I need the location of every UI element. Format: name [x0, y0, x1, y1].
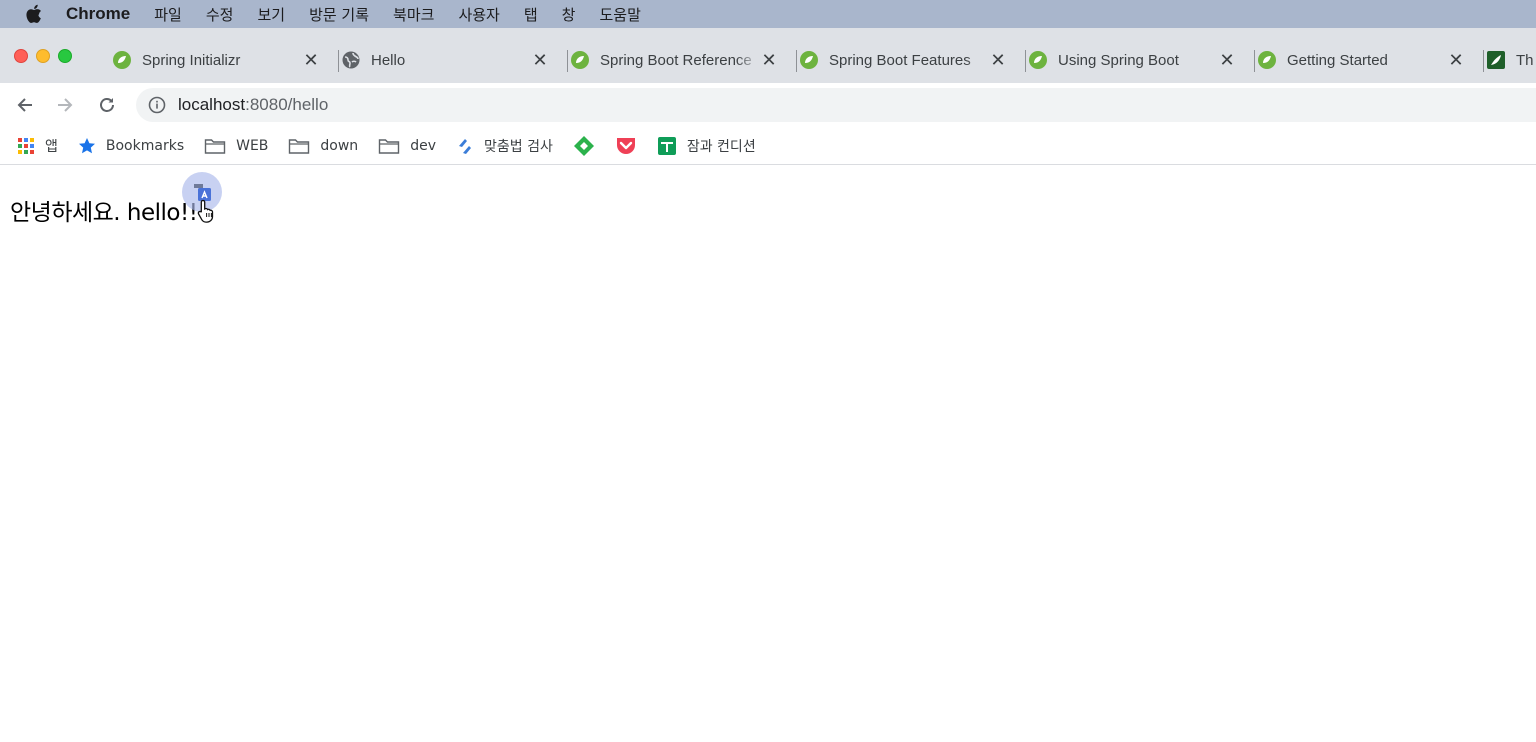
menu-profiles[interactable]: 사용자 — [458, 4, 499, 25]
folder-icon — [204, 137, 226, 155]
tab-spring-boot-reference[interactable]: Spring Boot Reference ✕ — [568, 46, 797, 74]
arrow-right-icon — [58, 98, 73, 112]
bookmark-label: dev — [410, 137, 436, 154]
menu-view[interactable]: 보기 — [257, 4, 285, 25]
bookmark-sleep-condition[interactable]: 잠과 컨디션 — [657, 136, 756, 156]
close-icon[interactable]: ✕ — [760, 50, 778, 70]
close-window-button[interactable] — [14, 49, 28, 63]
browser-toolbar: localhost:8080/hello — [0, 83, 1536, 127]
tab-title: Spring Initializr — [142, 51, 241, 69]
window-controls — [14, 49, 72, 63]
close-icon[interactable]: ✕ — [1218, 50, 1236, 70]
app-name[interactable]: Chrome — [66, 4, 130, 24]
bookmark-folder-down[interactable]: down — [288, 137, 358, 155]
spring-leaf-icon — [799, 50, 819, 70]
menu-file[interactable]: 파일 — [154, 4, 182, 25]
hand-cursor-icon — [197, 199, 214, 223]
spring-leaf-icon — [570, 50, 590, 70]
reload-icon — [100, 98, 114, 112]
star-icon — [78, 137, 96, 155]
menu-history[interactable]: 방문 기록 — [309, 4, 369, 25]
url-host: localhost — [178, 95, 246, 114]
spell-check-icon — [456, 137, 474, 155]
bookmarks-bar: 앱 Bookmarks WEB down dev 맞춤법 검사 잠과 컨디션 — [0, 127, 1536, 165]
bookmark-label: 맞춤법 검사 — [483, 138, 553, 155]
bookmark-label: 잠과 컨디션 — [686, 138, 756, 155]
apple-menu-icon[interactable] — [0, 4, 66, 24]
feedly-icon — [573, 135, 595, 156]
tab-using-spring-boot[interactable]: Using Spring Boot ✕ — [1026, 46, 1255, 74]
greeting-text: 안녕하세요. hello!! — [10, 200, 198, 226]
url-text[interactable]: localhost:8080/hello — [178, 95, 328, 115]
bookmark-feedly[interactable] — [573, 135, 595, 156]
menu-bookmarks[interactable]: 북마크 — [393, 4, 434, 25]
folder-icon — [288, 137, 310, 155]
spring-leaf-icon — [1257, 50, 1277, 70]
info-icon[interactable] — [148, 96, 166, 114]
reload-button[interactable] — [92, 90, 122, 120]
close-icon[interactable]: ✕ — [302, 50, 320, 70]
tab-title: Getting Started — [1287, 51, 1388, 69]
zoom-window-button[interactable] — [58, 49, 72, 63]
globe-icon — [341, 50, 361, 70]
tab-title: Spring Boot Reference — [600, 51, 752, 69]
pocket-icon — [615, 137, 637, 155]
tab-strip: Spring Initializr ✕ Hello ✕ Spring Boot … — [0, 28, 1536, 83]
minimize-window-button[interactable] — [36, 49, 50, 63]
apps-grid-icon — [17, 137, 35, 155]
forward-button[interactable] — [50, 90, 80, 120]
tab-spring-initializr[interactable]: Spring Initializr ✕ — [110, 46, 339, 74]
address-bar[interactable]: localhost:8080/hello — [136, 88, 1536, 122]
menu-window[interactable]: 창 — [562, 4, 576, 25]
tab-title: Hello — [371, 51, 406, 69]
folder-icon — [378, 137, 400, 155]
bookmark-folder-web[interactable]: WEB — [204, 137, 268, 155]
tab-title: Spring Boot Features — [829, 51, 971, 69]
tab-thymeleaf[interactable]: Th — [1484, 46, 1536, 74]
menu-help[interactable]: 도움말 — [599, 4, 640, 25]
close-icon[interactable]: ✕ — [531, 50, 549, 70]
tab-title: Using Spring Boot — [1058, 51, 1179, 69]
arrow-left-icon — [17, 98, 32, 112]
bookmark-label: down — [320, 137, 359, 154]
bookmark-bookmarks[interactable]: Bookmarks — [78, 137, 184, 155]
tab-getting-started[interactable]: Getting Started ✕ — [1255, 46, 1484, 74]
thymeleaf-icon — [1486, 50, 1506, 70]
bookmark-label: 앱 — [45, 138, 58, 155]
macos-menu-bar: Chrome 파일 수정 보기 방문 기록 북마크 사용자 탭 창 도움말 — [0, 0, 1536, 28]
sheets-icon — [657, 136, 677, 155]
bookmark-label: Bookmarks — [105, 137, 185, 154]
bookmark-folder-dev[interactable]: dev — [378, 137, 436, 155]
close-icon[interactable]: ✕ — [989, 50, 1007, 70]
page-content: 안녕하세요. hello!! — [0, 166, 1536, 742]
bookmark-spell-check[interactable]: 맞춤법 검사 — [456, 136, 553, 156]
tab-spring-boot-features[interactable]: Spring Boot Features ✕ — [797, 46, 1026, 74]
back-button[interactable] — [10, 90, 40, 120]
bookmark-apps[interactable]: 앱 — [17, 136, 58, 156]
close-icon[interactable]: ✕ — [1447, 50, 1465, 70]
bookmark-pocket[interactable] — [615, 137, 637, 155]
spring-leaf-icon — [112, 50, 132, 70]
menu-edit[interactable]: 수정 — [206, 4, 234, 25]
tab-title: Th — [1516, 51, 1534, 69]
bookmark-label: WEB — [236, 137, 269, 154]
tab-hello[interactable]: Hello ✕ — [339, 46, 568, 74]
url-path: :8080/hello — [245, 95, 329, 114]
menu-tab[interactable]: 탭 — [524, 4, 538, 25]
spring-leaf-icon — [1028, 50, 1048, 70]
